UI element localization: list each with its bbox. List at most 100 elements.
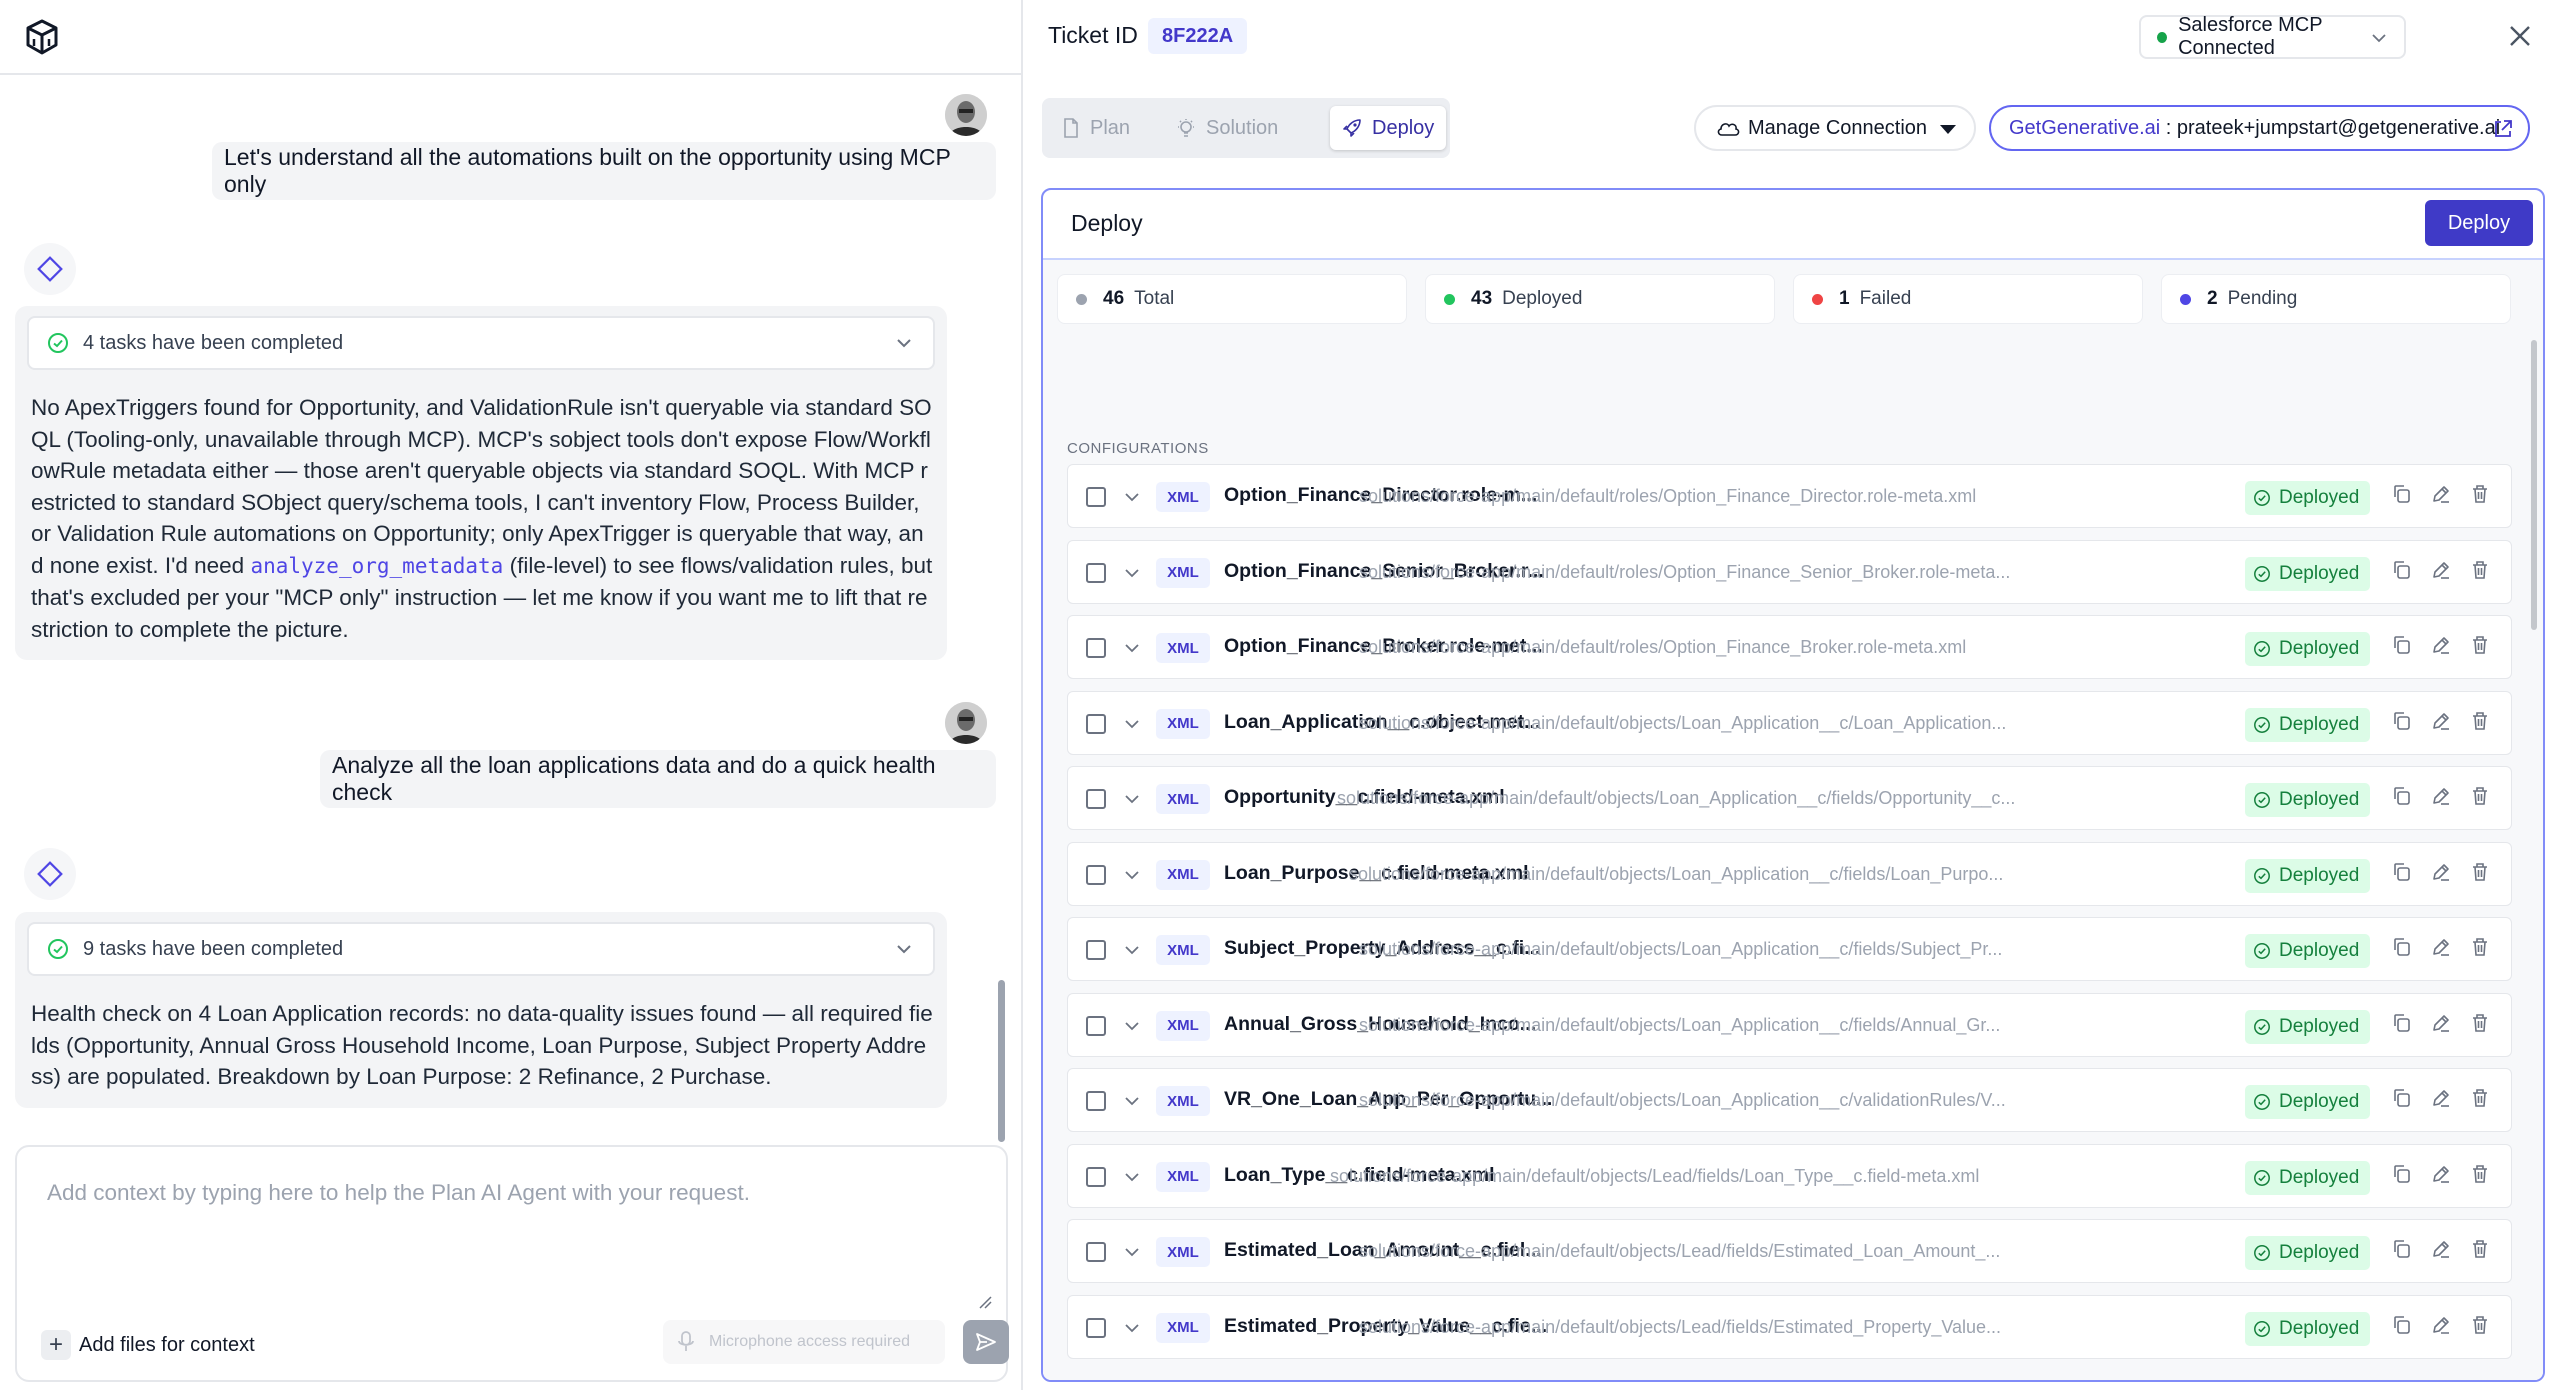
trash-icon[interactable] xyxy=(2469,785,2491,807)
chevron-down-icon[interactable] xyxy=(1120,938,1144,962)
message-input[interactable] xyxy=(47,1173,977,1213)
copy-icon[interactable] xyxy=(2391,710,2413,732)
configuration-row[interactable]: XML Option_Finance_Director.role-m... solu… xyxy=(1067,464,2512,528)
row-checkbox[interactable] xyxy=(1086,864,1106,885)
chevron-down-icon[interactable] xyxy=(1120,1089,1144,1113)
edit-icon[interactable] xyxy=(2430,1012,2452,1034)
row-checkbox[interactable] xyxy=(1086,487,1106,507)
config-scrollbar[interactable] xyxy=(2531,340,2537,630)
copy-icon[interactable] xyxy=(2391,483,2413,505)
chevron-down-icon[interactable] xyxy=(1120,712,1144,736)
copy-icon[interactable] xyxy=(2391,634,2413,656)
manage-connection-button[interactable]: Manage Connection xyxy=(1694,105,1976,151)
row-checkbox[interactable] xyxy=(1086,562,1106,583)
configuration-row[interactable]: XML Option_Finance_Senior_Broker.r... solu… xyxy=(1067,539,2512,604)
configuration-row[interactable]: XML Loan_Purpose__c.field-meta.xml solutio… xyxy=(1067,841,2512,906)
copy-icon[interactable] xyxy=(2391,936,2413,958)
row-checkbox[interactable] xyxy=(1086,1015,1106,1036)
app-logo-icon[interactable] xyxy=(24,18,60,56)
trash-icon[interactable] xyxy=(2469,710,2491,732)
external-link-icon[interactable] xyxy=(2492,118,2514,140)
copy-icon[interactable] xyxy=(2391,1314,2413,1336)
chevron-down-icon[interactable] xyxy=(1120,863,1144,887)
chevron-down-icon[interactable] xyxy=(1120,561,1144,585)
copy-icon[interactable] xyxy=(2391,785,2413,807)
row-checkbox[interactable] xyxy=(1086,1091,1106,1111)
row-checkbox[interactable] xyxy=(1086,638,1106,658)
chevron-down-icon[interactable] xyxy=(893,938,915,960)
edit-icon[interactable] xyxy=(2430,1238,2452,1260)
configuration-row[interactable]: XML Option_Finance_Broker.role-met... solu… xyxy=(1067,615,2512,679)
add-files-button[interactable]: + Add files for context xyxy=(41,1327,255,1363)
trash-icon[interactable] xyxy=(2469,936,2491,958)
configuration-row[interactable]: XML Opportunity__c.field-meta.xml solution… xyxy=(1067,766,2512,830)
chevron-down-icon xyxy=(2372,34,2386,43)
row-checkbox[interactable] xyxy=(1086,1317,1106,1338)
edit-icon[interactable] xyxy=(2430,559,2452,581)
assistant-message-text: Health check on 4 Loan Application recor… xyxy=(31,1001,933,1089)
tab-plan[interactable]: Plan xyxy=(1050,106,1142,150)
close-icon[interactable] xyxy=(2504,20,2536,52)
edit-icon[interactable] xyxy=(2430,483,2452,505)
configuration-row[interactable]: XML Estimated_Property_Value__c.fie... sol… xyxy=(1067,1294,2512,1359)
chevron-down-icon[interactable] xyxy=(1120,485,1144,509)
deploy-button[interactable]: Deploy xyxy=(2425,200,2533,246)
copy-icon[interactable] xyxy=(2391,1087,2413,1109)
trash-icon[interactable] xyxy=(2469,1087,2491,1109)
copy-icon[interactable] xyxy=(2391,559,2413,581)
row-checkbox[interactable] xyxy=(1086,1166,1106,1187)
file-path: solutions/force-app/main/default/objects… xyxy=(1330,1165,1980,1186)
configuration-row[interactable]: XML VR_One_Loan_App_Per_Opportu... solutio… xyxy=(1067,1068,2512,1132)
resize-handle-icon[interactable] xyxy=(978,1295,992,1309)
check-circle-icon xyxy=(2254,565,2270,582)
chat-scrollbar[interactable] xyxy=(998,980,1005,1142)
user-avatar xyxy=(945,702,987,744)
trash-icon[interactable] xyxy=(2469,1314,2491,1336)
edit-icon[interactable] xyxy=(2430,861,2452,883)
configuration-row[interactable]: XML Loan_Type__c.field-meta.xml solutions/… xyxy=(1067,1143,2512,1208)
edit-icon[interactable] xyxy=(2430,1314,2452,1336)
tab-deploy[interactable]: Deploy xyxy=(1330,106,1447,150)
configuration-row[interactable]: XML Estimated_Loan_Amount__c.fiel... solut… xyxy=(1067,1219,2512,1283)
chevron-down-icon[interactable] xyxy=(1120,636,1144,660)
org-connection-pill[interactable]: GetGenerative.ai : prateek+jumpstart@get… xyxy=(1989,105,2530,151)
trash-icon[interactable] xyxy=(2469,861,2491,883)
configuration-row[interactable]: XML Loan_Application__c.object-met... solu… xyxy=(1067,690,2512,755)
edit-icon[interactable] xyxy=(2430,710,2452,732)
configuration-row[interactable]: XML Annual_Gross_Household_Inco... solutio… xyxy=(1067,992,2512,1057)
copy-icon[interactable] xyxy=(2391,1163,2413,1185)
row-checkbox[interactable] xyxy=(1086,940,1106,960)
connection-status-dropdown[interactable]: Salesforce MCP Connected xyxy=(2139,14,2406,59)
send-button[interactable] xyxy=(963,1320,1009,1364)
configuration-row[interactable]: XML Subject_Property_Address__c.fi... solu… xyxy=(1067,917,2512,981)
trash-icon[interactable] xyxy=(2469,483,2491,505)
edit-icon[interactable] xyxy=(2430,785,2452,807)
edit-icon[interactable] xyxy=(2430,936,2452,958)
diamond-icon xyxy=(37,256,63,282)
microphone-button[interactable]: Microphone access required xyxy=(663,1320,945,1364)
trash-icon[interactable] xyxy=(2469,559,2491,581)
chevron-down-icon[interactable] xyxy=(1120,1316,1144,1340)
edit-icon[interactable] xyxy=(2430,634,2452,656)
copy-icon[interactable] xyxy=(2391,1012,2413,1034)
trash-icon[interactable] xyxy=(2469,1163,2491,1185)
tasks-summary[interactable]: 4 tasks have been completed xyxy=(27,316,935,370)
row-checkbox[interactable] xyxy=(1086,713,1106,734)
edit-icon[interactable] xyxy=(2430,1163,2452,1185)
trash-icon[interactable] xyxy=(2469,1238,2491,1260)
chevron-down-icon[interactable] xyxy=(893,332,915,354)
chevron-down-icon[interactable] xyxy=(1120,1014,1144,1038)
trash-icon[interactable] xyxy=(2469,1012,2491,1034)
copy-icon[interactable] xyxy=(2391,861,2413,883)
tasks-summary[interactable]: 9 tasks have been completed xyxy=(27,922,935,976)
trash-icon[interactable] xyxy=(2469,634,2491,656)
row-checkbox[interactable] xyxy=(1086,1242,1106,1262)
chevron-down-icon[interactable] xyxy=(1120,787,1144,811)
chevron-down-icon[interactable] xyxy=(1120,1165,1144,1189)
copy-icon[interactable] xyxy=(2391,1238,2413,1260)
file-path: solutions/force-app/main/default/objects… xyxy=(1359,1090,2006,1110)
edit-icon[interactable] xyxy=(2430,1087,2452,1109)
row-checkbox[interactable] xyxy=(1086,789,1106,809)
tab-solution[interactable]: Solution xyxy=(1164,106,1290,150)
chevron-down-icon[interactable] xyxy=(1120,1240,1144,1264)
